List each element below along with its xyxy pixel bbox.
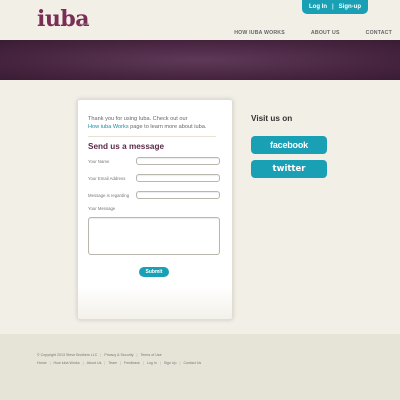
login-link[interactable]: Log In	[309, 4, 327, 10]
logo-text: iuba	[37, 6, 90, 32]
logo[interactable]: iuba	[37, 6, 90, 32]
twitter-button[interactable]: twitter	[251, 160, 327, 178]
intro-text-after: page to learn more about iuba.	[128, 123, 207, 130]
privacy-link[interactable]: Privacy & Security	[101, 353, 136, 357]
nav-about-us[interactable]: ABOUT US	[311, 30, 340, 36]
nav-how-iuba-works[interactable]: HOW IUBA WORKS	[234, 30, 285, 36]
how-iuba-works-link[interactable]: How iuba Works	[88, 124, 129, 130]
footer-legal: © Copyright 2013 Steve Brothers LLC | Pr…	[37, 353, 165, 357]
footer-signup-link[interactable]: Sign Up	[161, 361, 180, 365]
divider	[88, 136, 216, 137]
hero-banner	[0, 40, 400, 80]
intro-text-before: Thank you for using Iuba. Check out our	[88, 116, 188, 122]
header: iuba FUNDS Log In | Sign-up HOW IUBA WOR…	[0, 0, 400, 40]
footer-how-link[interactable]: How iuba Works	[51, 361, 83, 365]
message-label: Your Message	[88, 206, 116, 211]
terms-link[interactable]: Terms of Use	[137, 353, 164, 357]
footer-about-link[interactable]: About Us	[84, 361, 105, 365]
form-title: Send us a message	[88, 142, 164, 151]
nav-contact[interactable]: CONTACT	[366, 30, 392, 36]
message-textarea[interactable]	[88, 217, 220, 255]
email-label: Your Email Address	[88, 176, 126, 181]
name-field[interactable]	[136, 157, 220, 165]
top-nav: HOW IUBA WORKS ABOUT US CONTACT	[234, 30, 392, 36]
email-field[interactable]	[136, 174, 220, 182]
intro-text: Thank you for using Iuba. Check out our …	[88, 116, 228, 131]
logo-subtitle: FUNDS	[79, 22, 90, 26]
footer-nav: Home | How iuba Works | About Us | Team …	[37, 361, 204, 365]
footer-contact-link[interactable]: Contact Us	[180, 361, 204, 365]
regarding-field[interactable]	[136, 191, 220, 199]
visit-us-title: Visit us on	[251, 114, 293, 123]
page: iuba FUNDS Log In | Sign-up HOW IUBA WOR…	[0, 0, 400, 400]
submit-button[interactable]: Submit	[139, 267, 169, 277]
footer-team-link[interactable]: Team	[105, 361, 120, 365]
name-label: Your Name	[88, 159, 110, 164]
footer-home-link[interactable]: Home	[37, 361, 50, 365]
copyright-text: © Copyright 2013 Steve Brothers LLC	[37, 353, 98, 357]
contact-form-card: Thank you for using Iuba. Check out our …	[77, 99, 233, 320]
regarding-label: Message is regarding	[88, 193, 130, 198]
auth-bar: Log In | Sign-up	[302, 0, 368, 14]
footer-login-link[interactable]: Log In	[144, 361, 160, 365]
auth-separator: |	[331, 4, 334, 10]
signup-link[interactable]: Sign-up	[339, 4, 361, 10]
facebook-button[interactable]: facebook	[251, 136, 327, 154]
footer: © Copyright 2013 Steve Brothers LLC | Pr…	[0, 334, 400, 400]
footer-feedback-link[interactable]: Feedback	[121, 361, 143, 365]
